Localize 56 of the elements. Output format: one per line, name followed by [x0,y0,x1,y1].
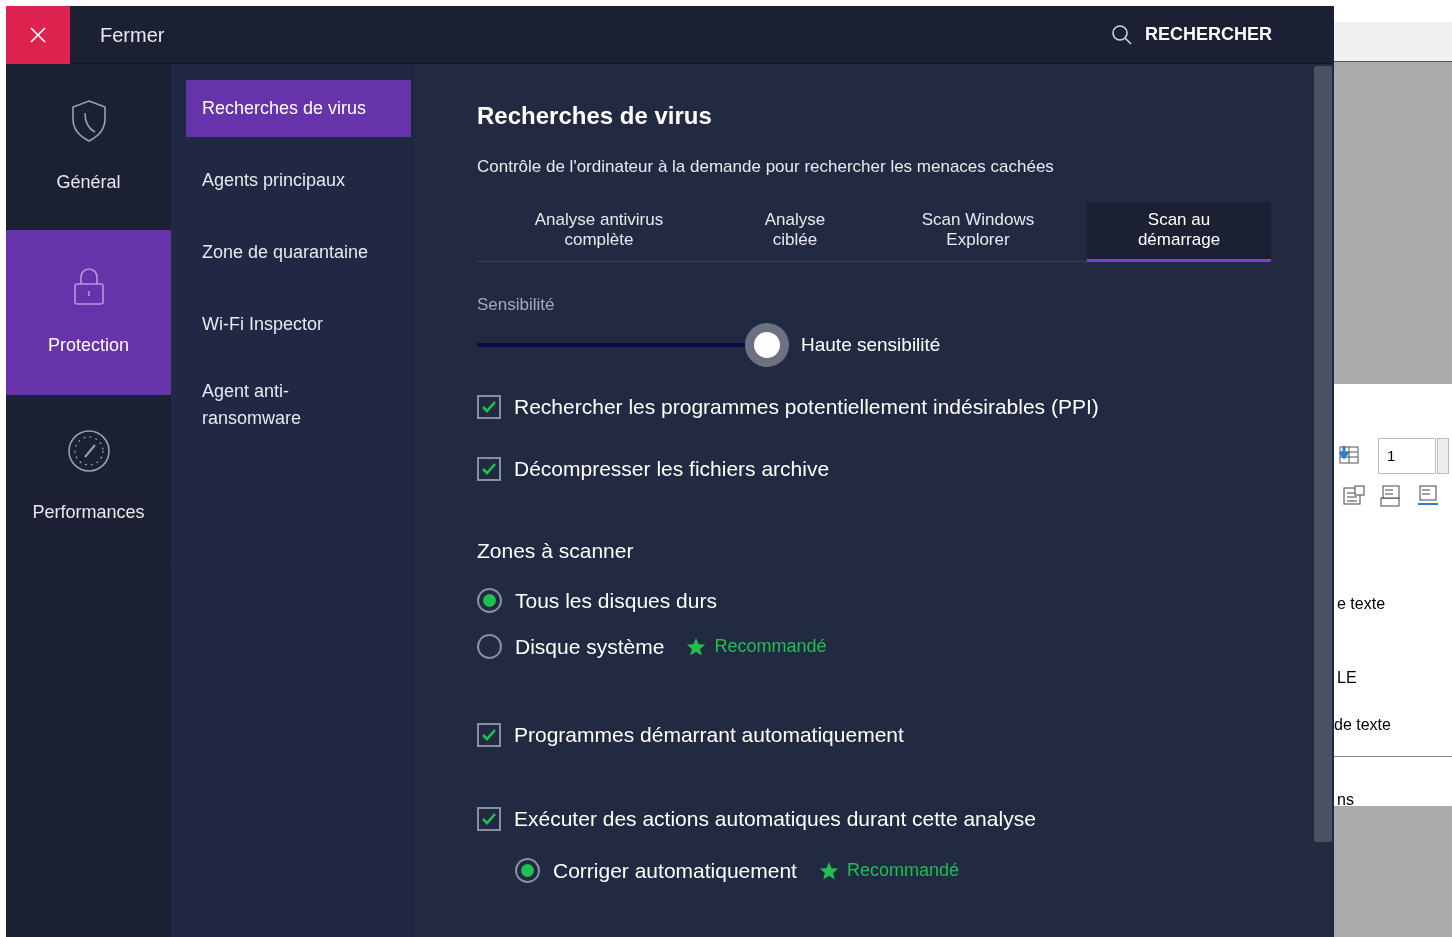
radio-button[interactable] [477,634,502,659]
tab[interactable]: Scan Windows Explorer [869,201,1087,262]
option-label: Rechercher les programmes potentiellement indésirables (PPI) [514,394,1099,421]
document-text: LE [1337,668,1358,688]
submenu-item[interactable]: Agent anti-ransomware [186,368,396,442]
tab[interactable]: Analyse ciblée [721,201,869,262]
search-button[interactable]: RECHERCHER [1111,21,1272,48]
lock-icon [71,266,106,306]
radio-button[interactable] [477,588,502,613]
check-icon [481,811,497,826]
search-icon [1111,23,1133,46]
slider-label: Sensibilité [477,293,556,316]
nav-item[interactable]: Protection [6,230,171,395]
document-text: de texte [1334,715,1391,735]
option-label: Programmes démarrant automatiquement [514,721,904,748]
checkbox[interactable] [477,457,501,481]
check-icon [481,727,497,742]
radio-button[interactable] [515,858,540,883]
document-text: e texte [1337,594,1387,614]
submenu-item[interactable]: Recherches de virus [186,80,411,137]
tab[interactable]: Analyse antivirus complète [477,201,721,262]
slider-thumb[interactable] [745,323,789,367]
checkbox[interactable] [477,806,501,831]
recommended-label: Recommandé [846,859,959,882]
option-label: Exécuter des actions automatiques durant cette analyse [514,805,1036,832]
align-icon[interactable] [1342,484,1366,508]
spin-field[interactable]: 1 [1378,438,1436,474]
recommended-label: Recommandé [714,635,827,658]
check-icon [481,462,497,476]
option-label: Disque système [515,633,665,660]
close-button[interactable] [6,5,70,64]
close-label[interactable]: Fermer [100,19,165,50]
option-label: Corriger automatiquement [553,857,797,884]
option-label: Décompresser les fichiers archive [514,456,830,483]
scrollbar-thumb[interactable] [1314,66,1332,842]
star-icon [818,860,839,881]
align-icon[interactable] [1416,484,1440,508]
close-icon [30,26,46,43]
gauge-icon [66,429,111,473]
page-title: Recherches de virus [477,101,713,131]
submenu-item[interactable]: Wi-Fi Inspector [186,296,396,353]
option-label: Tous les disques durs [515,587,717,614]
checkbox[interactable] [477,395,501,419]
checkbox[interactable] [477,722,501,747]
section-heading: Zones à scanner [477,538,635,564]
check-icon [481,400,497,414]
submenu-item[interactable]: Zone de quarantaine [186,224,396,281]
align-icon[interactable] [1379,484,1403,508]
page-subtitle: Contrôle de l'ordinateur à la demande pour rechercher les menaces cachées [477,156,1055,178]
submenu-item[interactable]: Agents principaux [186,152,396,209]
slider[interactable] [477,323,789,367]
slider-value: Haute sensibilité [801,332,941,357]
shield-icon [69,98,108,143]
tab[interactable]: Scan au démarrage [1087,201,1271,262]
star-icon [686,636,707,657]
document-text: ns [1337,790,1355,810]
